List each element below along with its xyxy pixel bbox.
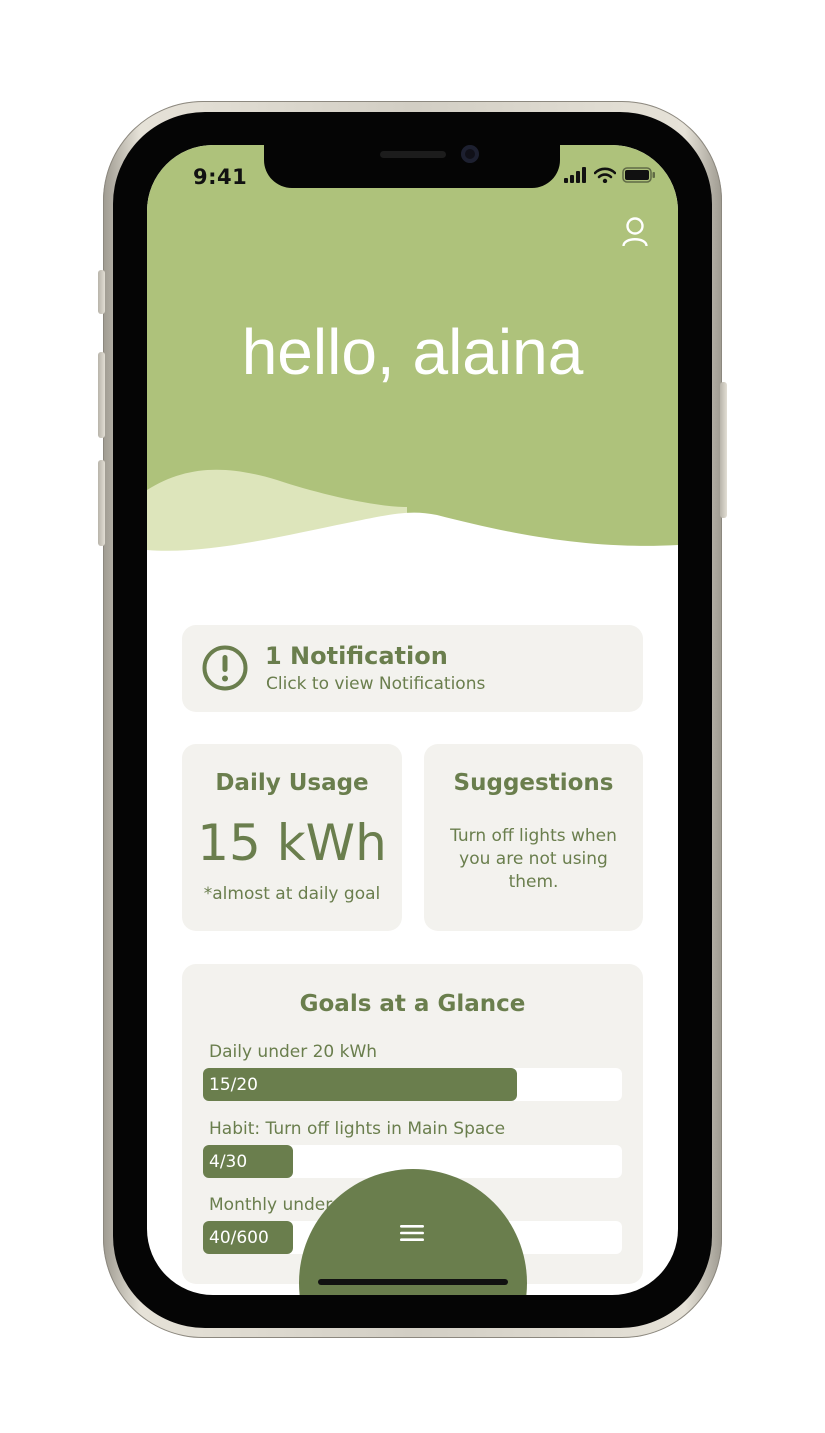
- header-wave: [147, 469, 678, 570]
- battery-icon: [622, 167, 655, 183]
- goal-progress-value: 4/30: [209, 1152, 248, 1172]
- goal-label: Daily under 20 kWh: [209, 1042, 378, 1062]
- daily-usage-value: 15 kWh: [197, 814, 387, 872]
- daily-usage-heading: Daily Usage: [215, 770, 369, 796]
- speaker-grille: [380, 151, 446, 158]
- notification-subtitle: Click to view Notifications: [266, 674, 486, 694]
- menu-icon: [400, 1225, 424, 1241]
- notification-title: 1 Notification: [265, 642, 448, 670]
- notification-card[interactable]: 1 Notification Click to view Notificatio…: [182, 625, 643, 712]
- wifi-icon: [594, 167, 616, 183]
- suggestions-heading: Suggestions: [453, 770, 614, 796]
- mute-switch: [98, 270, 105, 314]
- goal-progress-fill: 4/30: [203, 1145, 293, 1178]
- goal-progress-value: 40/600: [209, 1228, 269, 1248]
- goal-label: Monthly under: [209, 1195, 333, 1215]
- greeting-heading: hello, alaina: [241, 316, 584, 388]
- suggestions-text: Turn off lights when you are not using t…: [450, 826, 617, 892]
- volume-down-button: [98, 460, 105, 546]
- phone-screen: hello, alaina 9:41 1 Notification Click …: [147, 145, 678, 1295]
- profile-icon[interactable]: [622, 217, 648, 247]
- daily-usage-note: *almost at daily goal: [203, 884, 381, 904]
- alert-icon: [202, 645, 248, 691]
- daily-usage-card: Daily Usage 15 kWh *almost at daily goal: [182, 744, 402, 931]
- front-camera: [461, 145, 479, 163]
- goal-progress-track: 15/20: [203, 1068, 622, 1101]
- goal-label: Habit: Turn off lights in Main Space: [209, 1119, 506, 1139]
- goal-progress-value: 15/20: [209, 1075, 258, 1095]
- signal-icon: [564, 167, 586, 183]
- status-time: 9:41: [193, 165, 248, 189]
- volume-up-button: [98, 352, 105, 438]
- home-indicator: [318, 1279, 508, 1285]
- goals-heading: Goals at a Glance: [299, 991, 526, 1017]
- goal-progress-fill: 40/600: [203, 1221, 293, 1254]
- notch: [264, 145, 560, 188]
- goal-progress-fill: 15/20: [203, 1068, 517, 1101]
- suggestions-card[interactable]: Suggestions Turn off lights when you are…: [424, 744, 643, 931]
- status-icons: [564, 167, 656, 183]
- power-button: [720, 382, 727, 518]
- header-banner: hello, alaina: [147, 145, 678, 570]
